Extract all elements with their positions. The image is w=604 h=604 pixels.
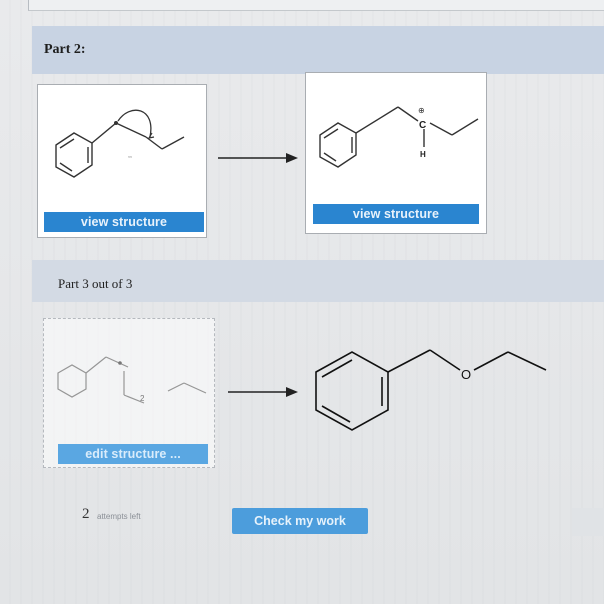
next-button-partial[interactable] [572,508,604,536]
check-my-work-button[interactable]: Check my work [232,508,368,534]
attempts-count: 2 [82,506,90,522]
oxygen-label: O [461,367,471,382]
attempts-label: attempts left [97,512,141,521]
